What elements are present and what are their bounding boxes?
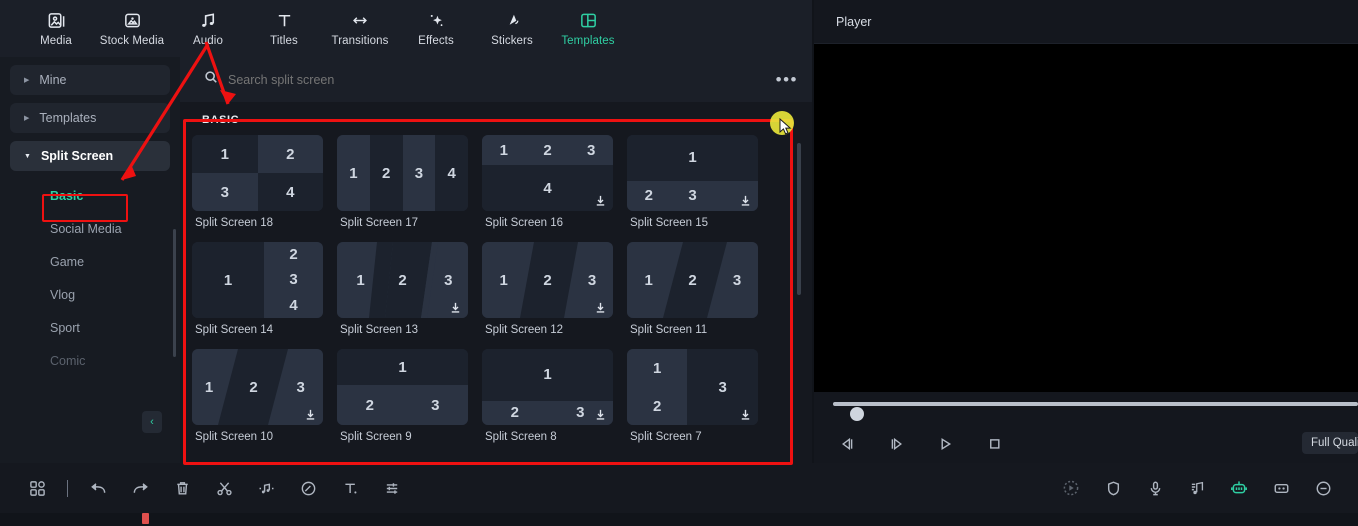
previous-frame-button[interactable] <box>836 434 858 454</box>
player-progress-knob[interactable] <box>850 407 864 421</box>
next-frame-button[interactable] <box>885 434 907 454</box>
voiceover-button[interactable] <box>1134 471 1176 505</box>
undo-button[interactable] <box>77 471 119 505</box>
timeline-toolbar-left <box>0 471 413 505</box>
sidebar-group-split-screen[interactable]: ▼ Split Screen <box>10 141 170 171</box>
sidebar-item-social-media-label: Social Media <box>50 221 122 236</box>
toolbar-divider <box>67 479 68 497</box>
mask-button[interactable] <box>287 471 329 505</box>
sidebar-item-sport[interactable]: Sport <box>10 311 170 344</box>
annotation-box-basic <box>42 194 128 222</box>
tab-templates[interactable]: Templates <box>550 1 626 56</box>
tab-templates-label: Templates <box>561 34 615 47</box>
player-video-area[interactable] <box>814 44 1358 392</box>
titles-icon <box>275 11 294 31</box>
tab-transitions[interactable]: Transitions <box>322 1 398 56</box>
tab-audio-label: Audio <box>193 34 223 47</box>
speed-button[interactable] <box>1050 471 1092 505</box>
search-bar: ••• <box>180 57 812 102</box>
annotation-box-grid <box>183 119 793 465</box>
sidebar-item-game[interactable]: Game <box>10 245 170 278</box>
app-root: Media Stock Media Audio Titles Transitio… <box>0 0 1358 526</box>
search-input[interactable] <box>228 72 766 87</box>
chevron-left-icon: ‹ <box>150 416 154 428</box>
collapse-sidebar-button[interactable]: ‹ <box>142 411 162 433</box>
more-options-icon[interactable]: ••• <box>776 71 798 88</box>
adjust-button[interactable] <box>371 471 413 505</box>
search-icon <box>204 70 218 89</box>
play-button[interactable] <box>934 434 956 454</box>
tab-media[interactable]: Media <box>18 1 94 56</box>
sidebar-item-vlog-label: Vlog <box>50 287 76 302</box>
apps-grid-button[interactable] <box>16 471 58 505</box>
sidebar-item-sport-label: Sport <box>50 320 80 335</box>
mouse-cursor-icon <box>779 118 792 135</box>
ai-tools-button[interactable] <box>1218 471 1260 505</box>
audio-mixer-button[interactable] <box>1176 471 1218 505</box>
templates-icon <box>579 11 598 31</box>
audio-icon <box>199 11 218 31</box>
detach-audio-button[interactable] <box>245 471 287 505</box>
player-controls: Full Quality <box>814 392 1358 463</box>
stop-button[interactable] <box>983 434 1005 454</box>
delete-button[interactable] <box>161 471 203 505</box>
tab-media-label: Media <box>40 34 72 47</box>
tab-transitions-label: Transitions <box>331 34 389 47</box>
quality-selector[interactable]: Full Quality <box>1302 432 1358 454</box>
sidebar-group-split-screen-label: Split Screen <box>40 149 114 163</box>
chevron-right-icon: ▶ <box>24 114 30 122</box>
stock-media-icon <box>123 11 142 31</box>
timeline-strip[interactable] <box>0 513 1358 526</box>
tab-stickers[interactable]: Stickers <box>474 1 550 56</box>
player-panel: Player Full Quality <box>814 0 1358 463</box>
chevron-down-icon: ▼ <box>24 152 31 160</box>
tab-stock-media[interactable]: Stock Media <box>94 1 170 56</box>
player-progress-track[interactable] <box>833 402 1358 421</box>
tab-audio[interactable]: Audio <box>170 1 246 56</box>
timeline-toolbar <box>0 463 1358 513</box>
player-title: Player <box>814 0 1358 44</box>
timeline-toolbar-right <box>1050 471 1344 505</box>
split-button[interactable] <box>203 471 245 505</box>
sidebar-item-comic-label: Comic <box>50 353 86 368</box>
sidebar-item-game-label: Game <box>50 254 85 269</box>
template-grid-scrollbar[interactable] <box>797 143 801 295</box>
player-transport <box>836 434 1005 454</box>
sidebar-scrollbar[interactable] <box>173 229 176 357</box>
text-button[interactable] <box>329 471 371 505</box>
main-toolbar: Media Stock Media Audio Titles Transitio… <box>0 0 812 57</box>
sidebar-group-templates-label: Templates <box>39 111 97 125</box>
sidebar-item-comic[interactable]: Comic <box>10 344 170 377</box>
zoom-out-button[interactable] <box>1302 471 1344 505</box>
chevron-right-icon: ▶ <box>24 76 30 84</box>
playhead-marker[interactable] <box>142 513 149 524</box>
effects-icon <box>427 11 446 31</box>
marker-button[interactable] <box>1260 471 1302 505</box>
sidebar-item-vlog[interactable]: Vlog <box>10 278 170 311</box>
stickers-icon <box>503 11 522 31</box>
transitions-icon <box>350 11 370 31</box>
sidebar-group-mine-label: Mine <box>39 73 67 87</box>
sidebar-group-mine[interactable]: ▶ Mine <box>10 65 170 95</box>
tab-titles[interactable]: Titles <box>246 1 322 56</box>
tab-effects-label: Effects <box>418 34 454 47</box>
tab-titles-label: Titles <box>270 34 298 47</box>
tab-stickers-label: Stickers <box>491 34 533 47</box>
redo-button[interactable] <box>119 471 161 505</box>
stabilize-button[interactable] <box>1092 471 1134 505</box>
sidebar-group-templates[interactable]: ▶ Templates <box>10 103 170 133</box>
category-sidebar: ▶ Mine ▶ Templates ▼ Split Screen Basic … <box>0 57 180 463</box>
tab-stock-media-label: Stock Media <box>99 34 165 47</box>
tab-effects[interactable]: Effects <box>398 1 474 56</box>
media-icon <box>47 11 66 31</box>
